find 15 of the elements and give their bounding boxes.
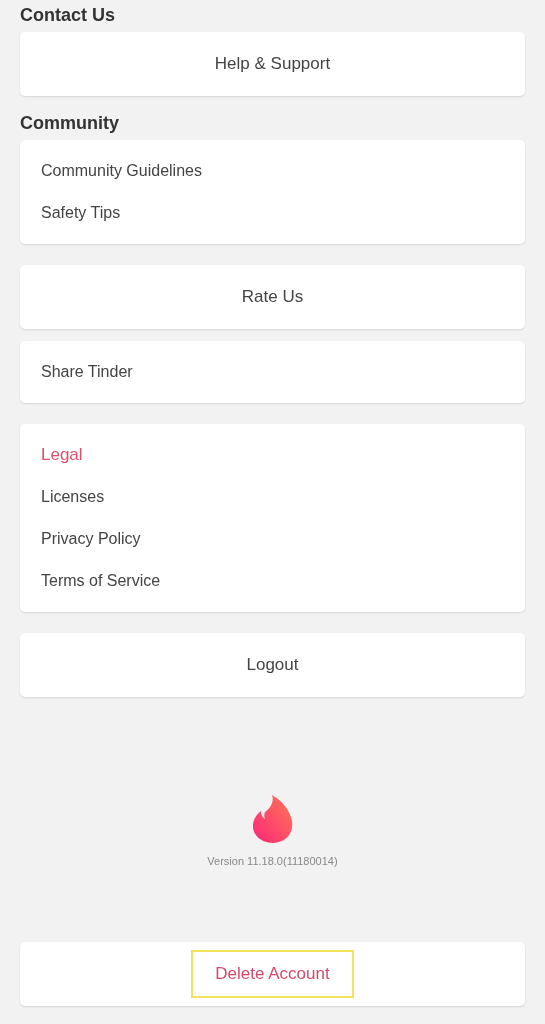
version-text: Version 11.18.0(11180014): [207, 854, 338, 867]
menu-button[interactable]: Rate Us: [20, 265, 525, 329]
menu-item[interactable]: Community Guidelines: [20, 150, 525, 192]
menu-item[interactable]: Privacy Policy: [20, 518, 525, 560]
section-header: Community: [20, 112, 120, 135]
menu-item[interactable]: Safety Tips: [20, 192, 525, 234]
flame-icon: [251, 794, 294, 843]
delete-account-link[interactable]: Delete Account: [191, 950, 354, 998]
menu-item[interactable]: Terms of Service: [20, 560, 525, 602]
menu-item[interactable]: Licenses: [20, 476, 525, 518]
menu-button[interactable]: Logout: [20, 633, 525, 697]
section-title: Legal: [40, 444, 84, 466]
section-header: Contact Us: [20, 4, 116, 27]
menu-button[interactable]: Help & Support: [20, 32, 525, 96]
menu-item[interactable]: Share Tinder: [20, 351, 525, 393]
